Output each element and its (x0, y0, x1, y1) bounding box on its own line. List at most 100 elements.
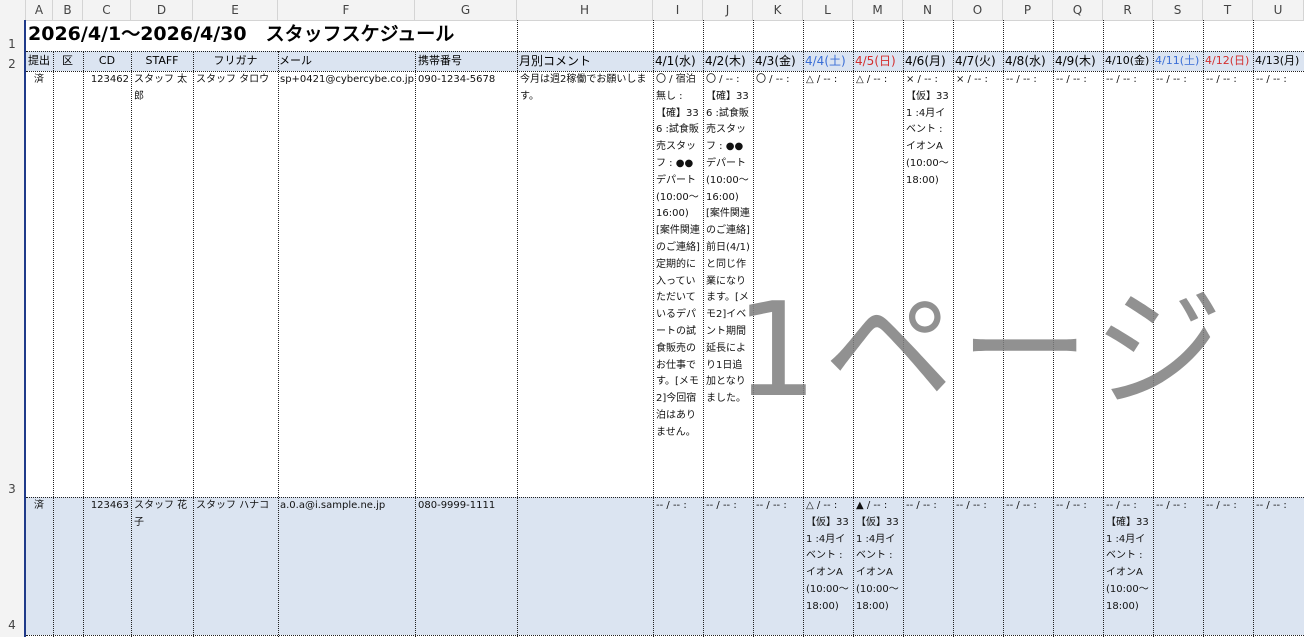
column-header-A[interactable]: A (26, 0, 53, 20)
cell-day-2-0401[interactable]: -- / -- : (656, 498, 702, 515)
grid-line-vertical (653, 20, 654, 637)
column-header-B[interactable]: B (53, 0, 83, 20)
column-header-J[interactable]: J (703, 0, 753, 20)
header-date-0408[interactable]: 4/8(水) (1005, 51, 1053, 71)
cell-day-1-0401[interactable]: 〇 / 宿泊無し : 【確】336 :試食販売スタッフ : ●●デパート (10… (656, 72, 702, 496)
cell-day-1-0402[interactable]: 〇 / -- : 【確】336 :試食販売スタッフ : ●●デパート (10:0… (706, 72, 752, 496)
row-header-4[interactable]: 4 (0, 618, 24, 632)
header-date-0401[interactable]: 4/1(水) (655, 51, 703, 71)
column-header-C[interactable]: C (83, 0, 131, 20)
cell-day-1-0404[interactable]: △ / -- : (806, 72, 852, 89)
cell-submitted-2[interactable]: 済 (34, 498, 44, 515)
cell-phone-2[interactable]: 080-9999-1111 (418, 498, 516, 515)
cell-staff-2[interactable]: スタッフ 花子 (134, 498, 192, 532)
header-date-0411[interactable]: 4/11(土) (1155, 51, 1203, 71)
cell-day-1-0406[interactable]: × / -- : 【仮】331 :4月イベント :イオンA (10:00～18:… (906, 72, 952, 190)
cell-day-2-0408[interactable]: -- / -- : (1006, 498, 1052, 515)
cell-day-2-0410[interactable]: -- / -- : 【確】331 :4月イベント :イオンA (10:00～18… (1106, 498, 1152, 634)
cell-day-1-0407[interactable]: × / -- : (956, 72, 1002, 89)
grid-line-vertical (53, 51, 54, 637)
header-date-0412[interactable]: 4/12(日) (1205, 51, 1253, 71)
header-date-0413[interactable]: 4/13(月) (1255, 51, 1304, 71)
column-header-U[interactable]: U (1253, 0, 1304, 20)
column-header-Q[interactable]: Q (1053, 0, 1103, 20)
cell-day-1-0412[interactable]: -- / -- : (1206, 72, 1252, 89)
header-comment[interactable]: 月別コメント (519, 51, 653, 71)
header-date-0410[interactable]: 4/10(金) (1105, 51, 1153, 71)
header-cd[interactable]: CD (83, 51, 131, 71)
header-date-0407[interactable]: 4/7(火) (955, 51, 1003, 71)
header-furigana[interactable]: フリガナ (193, 51, 278, 71)
column-header-L[interactable]: L (803, 0, 853, 20)
cell-furigana-2[interactable]: スタッフ ハナコ (196, 498, 277, 515)
column-header-O[interactable]: O (953, 0, 1003, 20)
cell-day-1-0405[interactable]: △ / -- : (856, 72, 902, 89)
column-header-H[interactable]: H (517, 0, 653, 20)
grid-line-vertical (193, 51, 194, 637)
cell-day-2-0403[interactable]: -- / -- : (756, 498, 802, 515)
cell-phone-1[interactable]: 090-1234-5678 (418, 72, 516, 89)
cell-day-2-0409[interactable]: -- / -- : (1056, 498, 1102, 515)
cell-day-1-0403[interactable]: 〇 / -- : (756, 72, 802, 89)
header-category[interactable]: 区 (62, 51, 82, 71)
cell-day-1-0409[interactable]: -- / -- : (1056, 72, 1102, 89)
cell-day-2-0413[interactable]: -- / -- : (1256, 498, 1303, 515)
header-date-0403[interactable]: 4/3(金) (755, 51, 803, 71)
column-header-P[interactable]: P (1003, 0, 1053, 20)
cell-day-2-0411[interactable]: -- / -- : (1156, 498, 1202, 515)
cell-furigana-1[interactable]: スタッフ タロウ (196, 72, 277, 89)
row-header-1[interactable]: 1 (0, 37, 24, 51)
header-mail[interactable]: メール (279, 51, 415, 71)
cell-comment-1[interactable]: 今月は週2稼働でお願いします。 (520, 72, 652, 106)
row-header-2[interactable]: 2 (0, 57, 24, 71)
cell-day-1-0410[interactable]: -- / -- : (1106, 72, 1152, 89)
cell-mail-1[interactable]: sp+0421@cybercybe.co.jp (280, 72, 414, 89)
grid-line-horizontal (26, 51, 1304, 52)
column-header-K[interactable]: K (753, 0, 803, 20)
header-date-0405[interactable]: 4/5(日) (855, 51, 903, 71)
column-header-S[interactable]: S (1153, 0, 1203, 20)
column-header-I[interactable]: I (653, 0, 703, 20)
grid-line-horizontal (26, 497, 1304, 498)
cell-staff-1[interactable]: スタッフ 太郎 (134, 72, 192, 106)
cell-submitted-1[interactable]: 済 (34, 72, 44, 89)
header-submitted[interactable]: 提出 (28, 51, 53, 71)
column-header-E[interactable]: E (193, 0, 278, 20)
column-header-G[interactable]: G (415, 0, 517, 20)
grid-line-vertical (131, 51, 132, 637)
grid-line-vertical (278, 51, 279, 637)
grid-line-vertical (1003, 20, 1004, 637)
sheet-title[interactable]: 2026/4/1～2026/4/30 スタッフスケジュール (28, 20, 454, 50)
cell-day-1-0408[interactable]: -- / -- : (1006, 72, 1052, 89)
row-header-3[interactable]: 3 (0, 482, 24, 496)
page-watermark: 1ページ (735, 274, 1230, 426)
header-staff[interactable]: STAFF (131, 51, 193, 71)
cell-mail-2[interactable]: a.0.a@i.sample.ne.jp (280, 498, 414, 515)
cell-day-2-0404[interactable]: △ / -- : 【仮】331 :4月イベント :イオンA (10:00～18:… (806, 498, 852, 634)
header-phone[interactable]: 携帯番号 (418, 51, 517, 71)
cell-day-2-0402[interactable]: -- / -- : (706, 498, 752, 515)
header-date-0402[interactable]: 4/2(木) (705, 51, 753, 71)
cell-cd-2[interactable]: 123463 (83, 498, 129, 515)
cell-day-2-0405[interactable]: ▲ / -- : 【仮】331 :4月イベント :イオンA (10:00～18:… (856, 498, 902, 634)
column-header-T[interactable]: T (1203, 0, 1253, 20)
grid-line-horizontal (26, 71, 1304, 72)
header-date-0406[interactable]: 4/6(月) (905, 51, 953, 71)
column-header-M[interactable]: M (853, 0, 903, 20)
grid-line-vertical (953, 20, 954, 637)
cell-day-1-0413[interactable]: -- / -- : (1256, 72, 1303, 89)
cell-day-1-0411[interactable]: -- / -- : (1156, 72, 1202, 89)
column-header-F[interactable]: F (278, 0, 415, 20)
column-header-bar: A B C D E F G H I J K L M N O P Q R S T … (0, 0, 1304, 21)
cell-cd-1[interactable]: 123462 (83, 72, 129, 89)
grid-line-vertical (753, 20, 754, 637)
header-date-0409[interactable]: 4/9(木) (1055, 51, 1103, 71)
cell-day-2-0406[interactable]: -- / -- : (906, 498, 952, 515)
column-header-N[interactable]: N (903, 0, 953, 20)
select-all-corner[interactable] (0, 0, 26, 20)
cell-day-2-0412[interactable]: -- / -- : (1206, 498, 1252, 515)
column-header-D[interactable]: D (131, 0, 193, 20)
header-date-0404[interactable]: 4/4(土) (805, 51, 853, 71)
cell-day-2-0407[interactable]: -- / -- : (956, 498, 1002, 515)
column-header-R[interactable]: R (1103, 0, 1153, 20)
